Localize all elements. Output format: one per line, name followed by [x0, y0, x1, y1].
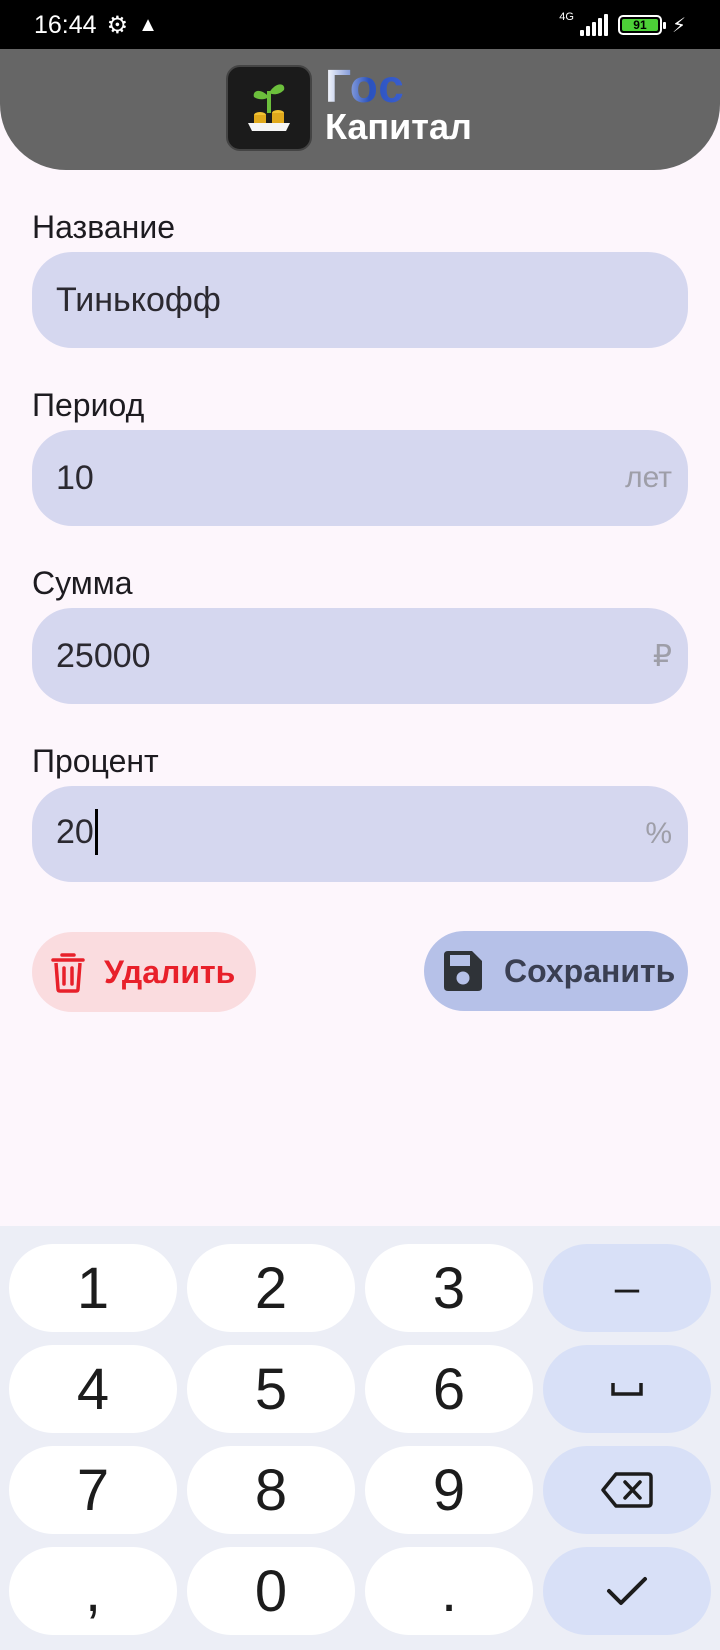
- period-suffix: лет: [625, 461, 672, 494]
- key-dot[interactable]: .: [365, 1547, 533, 1635]
- key-space[interactable]: [543, 1345, 711, 1433]
- logo-line1: Гос: [325, 63, 472, 109]
- sum-suffix: ₽: [652, 639, 672, 673]
- sum-field[interactable]: 25000 ₽: [32, 608, 688, 704]
- status-time: 16:44: [34, 10, 97, 39]
- percent-label: Процент: [32, 743, 159, 779]
- checkmark-icon: [607, 1577, 647, 1605]
- sum-label: Сумма: [32, 565, 133, 601]
- floppy-disk-icon: [444, 951, 482, 991]
- numeric-keyboard: 1 2 3 – 4 5 6 7 8 9 , 0 .: [0, 1226, 720, 1650]
- percent-suffix: %: [645, 817, 672, 850]
- money-plant-icon: [248, 84, 290, 131]
- name-label: Название: [32, 209, 175, 245]
- key-4[interactable]: 4: [9, 1345, 177, 1433]
- logo-line2: Капитал: [325, 106, 472, 147]
- status-bar: 16:44 ⚙ ▲ 4G 91 ⚡: [0, 0, 720, 50]
- battery-level: 91: [621, 19, 658, 31]
- app-logo-text: Гос Капитал: [325, 63, 472, 145]
- name-value: Тинькофф: [56, 280, 221, 319]
- key-0[interactable]: 0: [187, 1547, 355, 1635]
- sum-value: 25000: [56, 636, 151, 675]
- name-field[interactable]: Тинькофф: [32, 252, 688, 348]
- status-left: 16:44 ⚙ ▲: [34, 11, 158, 40]
- bolt-icon: ⚡: [671, 14, 686, 37]
- signal-icon: [579, 14, 608, 36]
- key-5[interactable]: 5: [187, 1345, 355, 1433]
- warning-icon: ▲: [138, 13, 158, 36]
- period-label: Период: [32, 387, 145, 423]
- space-icon: [611, 1383, 643, 1396]
- save-label: Сохранить: [504, 952, 676, 989]
- app-header: Гос Капитал: [0, 49, 720, 170]
- gear-icon: ⚙: [106, 11, 129, 39]
- key-2[interactable]: 2: [187, 1244, 355, 1332]
- key-8[interactable]: 8: [187, 1446, 355, 1534]
- key-backspace[interactable]: [543, 1446, 711, 1534]
- key-7[interactable]: 7: [9, 1446, 177, 1534]
- save-button[interactable]: Сохранить: [424, 931, 688, 1011]
- percent-field[interactable]: 20 %: [32, 786, 688, 882]
- trash-icon: [51, 953, 85, 993]
- key-9[interactable]: 9: [365, 1446, 533, 1534]
- key-done[interactable]: [543, 1547, 711, 1635]
- percent-value-wrap: 20: [56, 809, 98, 857]
- backspace-icon: [601, 1472, 653, 1508]
- period-value: 10: [56, 458, 94, 497]
- battery-icon: 91: [617, 15, 666, 35]
- text-cursor: [94, 809, 98, 855]
- percent-value: 20: [56, 812, 94, 851]
- key-3[interactable]: 3: [365, 1244, 533, 1332]
- key-comma[interactable]: ,: [9, 1547, 177, 1635]
- key-minus[interactable]: –: [543, 1244, 711, 1332]
- status-right: 4G 91 ⚡: [559, 10, 686, 38]
- delete-label: Удалить: [104, 953, 236, 990]
- period-field[interactable]: 10 лет: [32, 430, 688, 526]
- key-6[interactable]: 6: [365, 1345, 533, 1433]
- app-logo-icon: [226, 65, 312, 151]
- key-1[interactable]: 1: [9, 1244, 177, 1332]
- delete-button[interactable]: Удалить: [32, 932, 256, 1012]
- network-type: 4G: [559, 10, 574, 23]
